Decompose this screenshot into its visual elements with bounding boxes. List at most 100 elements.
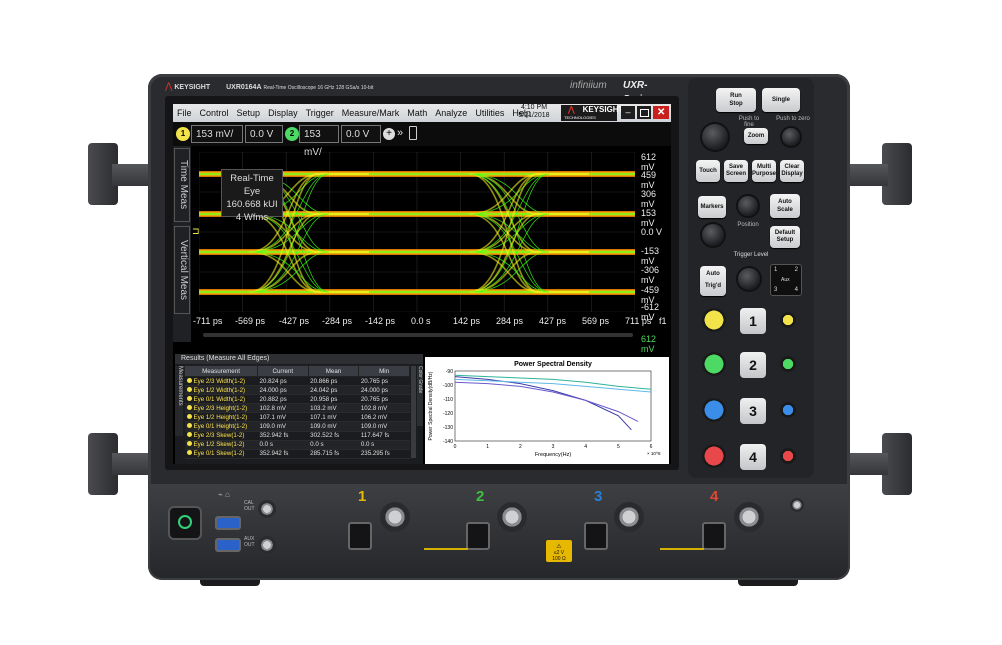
tab-vertical-meas[interactable]: Vertical Meas [174,226,190,314]
menu-setup[interactable]: Setup [233,108,265,118]
ch4-offset-knob[interactable] [780,448,796,464]
power-button[interactable] [168,506,202,540]
results-scrollbar[interactable] [411,366,416,458]
table-row[interactable]: Eye 1/2 Skew(1-2) 0.0 s 0.0 s 0.0 s [184,440,410,450]
ch2-button[interactable]: 2 [740,352,766,378]
ch1-ground-marker[interactable]: ⊐ [192,226,200,237]
horizontal-position-knob[interactable] [782,128,800,146]
ch2-scale-field[interactable]: 153 mV/ [299,125,339,158]
ch3-scale-knob[interactable] [702,398,726,422]
menu-file[interactable]: File [173,108,196,118]
results-side-label[interactable]: Measurements [175,366,183,436]
cal-out-connector[interactable] [258,500,276,518]
menu-math[interactable]: Math [403,108,431,118]
ch1-offset-knob[interactable] [780,312,796,328]
table-row[interactable]: Eye 0/1 Width(1-2) 20.882 ps 20.958 ps 20.7… [184,394,410,405]
zoom-button[interactable]: Zoom [744,128,768,144]
menu-trigger[interactable]: Trigger [302,108,338,118]
results-panel: Results (Measure All Edges) Measurements… [175,354,423,464]
ch1-badge[interactable]: 1 [176,127,190,141]
ch4-scale-knob[interactable] [702,444,726,468]
usb-port-1[interactable] [215,516,241,530]
input-3-connector[interactable] [614,502,644,532]
measurement-name-cell: Eye 0/1 Width(1-2) [184,394,258,405]
transition-trace [468,173,550,215]
ch1-button[interactable]: 1 [740,308,766,334]
col-mean[interactable]: Mean [307,365,360,377]
input-2-connector[interactable] [497,502,527,532]
ch2-scale-knob[interactable] [702,352,726,376]
ch2-badge[interactable]: 2 [285,127,299,141]
table-row[interactable]: Eye 2/3 Skew(1-2) 352.942 fs 302.522 fs 117… [184,431,410,441]
col-current[interactable]: Current [257,365,309,377]
multi-purpose-button[interactable]: Multi Purpose [752,160,776,182]
trig-src-2[interactable]: 2 [795,267,798,273]
position-knob[interactable] [702,224,724,246]
minimize-button[interactable]: – [621,106,635,119]
clear-display-button[interactable]: Clear Display [780,160,804,182]
ch3-button[interactable]: 3 [740,398,766,424]
menu-utilities[interactable]: Utilities [471,108,508,118]
close-button[interactable]: ✕ [653,106,669,119]
horizontal-scrollbar[interactable] [203,333,633,337]
ch1-offset-field[interactable]: 0.0 V [245,125,283,143]
trigger-level-knob[interactable] [738,268,760,290]
input-4-connector[interactable] [734,502,764,532]
markers-knob[interactable] [738,196,758,216]
touch-button[interactable]: Touch [696,160,720,182]
input-4-probe-port[interactable] [702,522,726,550]
ground-terminal[interactable] [790,498,804,512]
save-screen-button[interactable]: Save Screen [724,160,748,182]
front-accent-line [660,548,704,550]
trig-src-4[interactable]: 4 [795,287,798,293]
tab-time-meas[interactable]: Time Meas [174,148,190,222]
pin-icon[interactable] [409,126,417,140]
scale-label: Scale [777,207,793,213]
menu-analyze[interactable]: Analyze [431,108,471,118]
single-button[interactable]: Single [762,88,800,112]
setup-label: Setup [776,237,794,243]
trig-src-3[interactable]: 3 [774,287,777,293]
ch4-button[interactable]: 4 [740,444,766,470]
ch3-offset-knob[interactable] [780,402,796,418]
trigger-auto-button[interactable]: Auto Trig'd [700,266,726,296]
col-min[interactable]: Min [358,365,410,377]
col-measurement[interactable]: Measurement [184,365,258,377]
measurement-value-cell: 109.0 mV [257,421,309,432]
usb-port-2[interactable] [215,538,241,552]
ch1-scale-field[interactable]: 153 mV/ [191,125,243,143]
input-3-probe-port[interactable] [584,522,608,550]
table-row[interactable]: Eye 2/3 Width(1-2) 20.824 ps 20.866 ps 20.7… [184,376,410,387]
ch1-scale-knob[interactable] [702,308,726,332]
input-1-connector[interactable] [380,502,410,532]
eye-ui-count: 160.668 kUI [226,199,278,210]
trig-src-aux[interactable]: Aux [781,277,790,283]
table-row[interactable]: Eye 2/3 Height(1-2) 102.8 mV 103.2 mV 102.8… [184,403,410,414]
auto-scale-button[interactable]: Auto Scale [770,194,800,218]
restore-button[interactable] [637,106,651,119]
table-row[interactable]: Eye 0/1 Skew(1-2) 352.942 fs 285.715 fs 235… [184,449,410,459]
add-channel-icon[interactable]: + [383,128,395,140]
channel-dot-icon [186,404,192,410]
menu-measure-mark[interactable]: Measure/Mark [338,108,404,118]
trig-src-1[interactable]: 1 [774,267,777,273]
horizontal-scale-knob[interactable] [702,124,728,150]
color-grade-tab[interactable]: Color Grade [417,366,423,426]
menu-control[interactable]: Control [196,108,233,118]
expand-arrows-icon[interactable]: » [397,127,403,139]
menu-display[interactable]: Display [264,108,302,118]
ch2-offset-knob[interactable] [780,356,796,372]
trigger-source-grid[interactable]: 1 2 Aux 3 4 [770,264,802,296]
input-1-probe-port[interactable] [348,522,372,550]
default-setup-button[interactable]: Default Setup [770,226,800,248]
ch2-offset-field[interactable]: 0.0 V [341,125,381,143]
run-stop-button[interactable]: Run Stop [716,88,756,112]
datetime: 4:10 PM 5/21/2018 [509,104,559,120]
table-row[interactable]: Eye 1/2 Height(1-2) 107.1 mV 107.1 mV 106.2… [184,412,410,423]
table-row[interactable]: Eye 1/2 Width(1-2) 24.000 ps 24.042 ps 24.0… [184,385,410,396]
x-tick-label: -711 ps [193,316,223,326]
input-2-probe-port[interactable] [466,522,490,550]
table-row[interactable]: Eye 0/1 Height(1-2) 109.0 mV 109.0 mV 109.0… [184,421,410,432]
aux-out-connector[interactable] [258,536,276,554]
markers-button[interactable]: Markers [698,196,726,218]
